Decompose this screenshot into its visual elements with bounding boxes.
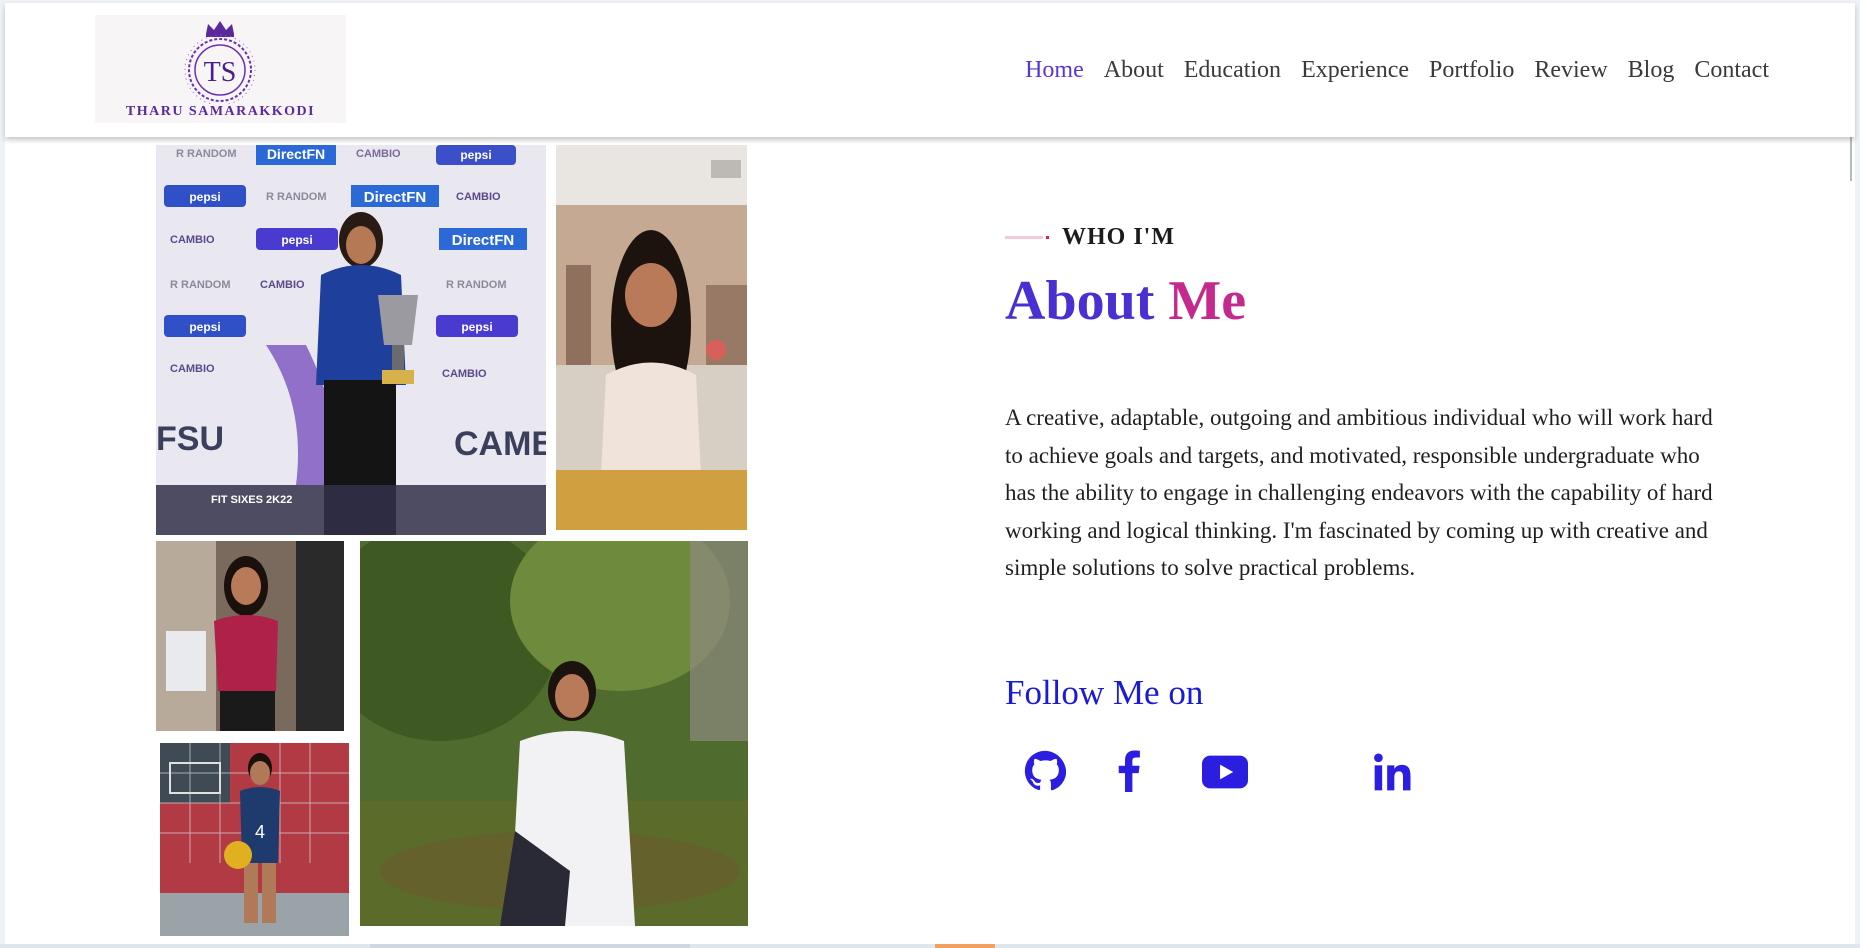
- svg-text:TS: TS: [204, 57, 237, 88]
- follow-label: Follow Me on: [1005, 673, 1204, 712]
- nav-portfolio[interactable]: Portfolio: [1429, 57, 1514, 84]
- nav-home[interactable]: Home: [1025, 57, 1084, 84]
- svg-text:CAMBIO: CAMBIO: [170, 234, 215, 246]
- svg-text:CAMB: CAMB: [454, 425, 546, 463]
- linkedin-icon[interactable]: [1373, 752, 1413, 797]
- eyebrow-text: WHO I'M: [1062, 224, 1175, 250]
- svg-text:CAMBIO: CAMBIO: [442, 368, 487, 380]
- svg-text:FIT SIXES 2K22: FIT SIXES 2K22: [211, 494, 292, 506]
- eyebrow-dot: [1046, 236, 1049, 239]
- svg-text:FSU: FSU: [156, 420, 224, 458]
- section-eyebrow: WHO I'M: [1005, 224, 1175, 251]
- github-icon[interactable]: [1024, 750, 1067, 797]
- svg-text:4: 4: [255, 822, 265, 842]
- svg-text:pepsi: pepsi: [460, 148, 491, 162]
- nav-about[interactable]: About: [1104, 57, 1164, 84]
- svg-text:pepsi: pepsi: [281, 233, 312, 247]
- site-header: TS THARU SAMARAKKODI Home About Educatio…: [5, 3, 1855, 137]
- svg-text:pepsi: pepsi: [189, 190, 220, 204]
- youtube-icon[interactable]: [1202, 755, 1248, 794]
- svg-text:R RANDOM: R RANDOM: [176, 148, 237, 160]
- site-logo[interactable]: TS THARU SAMARAKKODI: [95, 15, 346, 123]
- nav-contact[interactable]: Contact: [1694, 57, 1769, 84]
- svg-text:CAMBIO: CAMBIO: [356, 148, 401, 160]
- svg-text:DirectFN: DirectFN: [267, 146, 325, 162]
- eyebrow-line: [1005, 236, 1043, 239]
- svg-text:CAMBIO: CAMBIO: [456, 191, 501, 203]
- svg-text:DirectFN: DirectFN: [364, 189, 427, 206]
- photo-trophy: DirectFN pepsi R RANDOM CAMBIO pepsi R R…: [156, 145, 546, 535]
- page: TS THARU SAMARAKKODI Home About Educatio…: [5, 3, 1855, 945]
- svg-text:CAMBIO: CAMBIO: [170, 363, 215, 375]
- about-description: A creative, adaptable, outgoing and ambi…: [1005, 405, 1713, 580]
- nav-experience[interactable]: Experience: [1301, 57, 1409, 84]
- nav-education[interactable]: Education: [1184, 57, 1281, 84]
- main-nav: Home About Education Experience Portfoli…: [1025, 57, 1769, 84]
- svg-text:R RANDOM: R RANDOM: [446, 279, 507, 291]
- photo-restaurant: [556, 145, 747, 530]
- bottom-strip: [0, 944, 1860, 948]
- logo-emblem-icon: TS: [184, 21, 256, 104]
- svg-text:R RANDOM: R RANDOM: [266, 191, 327, 203]
- svg-text:CAMBIO: CAMBIO: [260, 279, 305, 291]
- photo-garden: [360, 541, 748, 926]
- photo-red-top: [156, 541, 344, 731]
- svg-text:pepsi: pepsi: [461, 320, 492, 334]
- photo-volleyball: 4: [160, 743, 349, 936]
- svg-text:pepsi: pepsi: [189, 320, 220, 334]
- logo-name: THARU SAMARAKKODI: [125, 104, 316, 119]
- nav-review[interactable]: Review: [1534, 57, 1607, 84]
- svg-text:R RANDOM: R RANDOM: [170, 279, 231, 291]
- about-title: About Me: [1005, 270, 1247, 332]
- svg-text:DirectFN: DirectFN: [452, 232, 515, 249]
- nav-blog[interactable]: Blog: [1628, 57, 1675, 84]
- facebook-icon[interactable]: [1113, 750, 1143, 797]
